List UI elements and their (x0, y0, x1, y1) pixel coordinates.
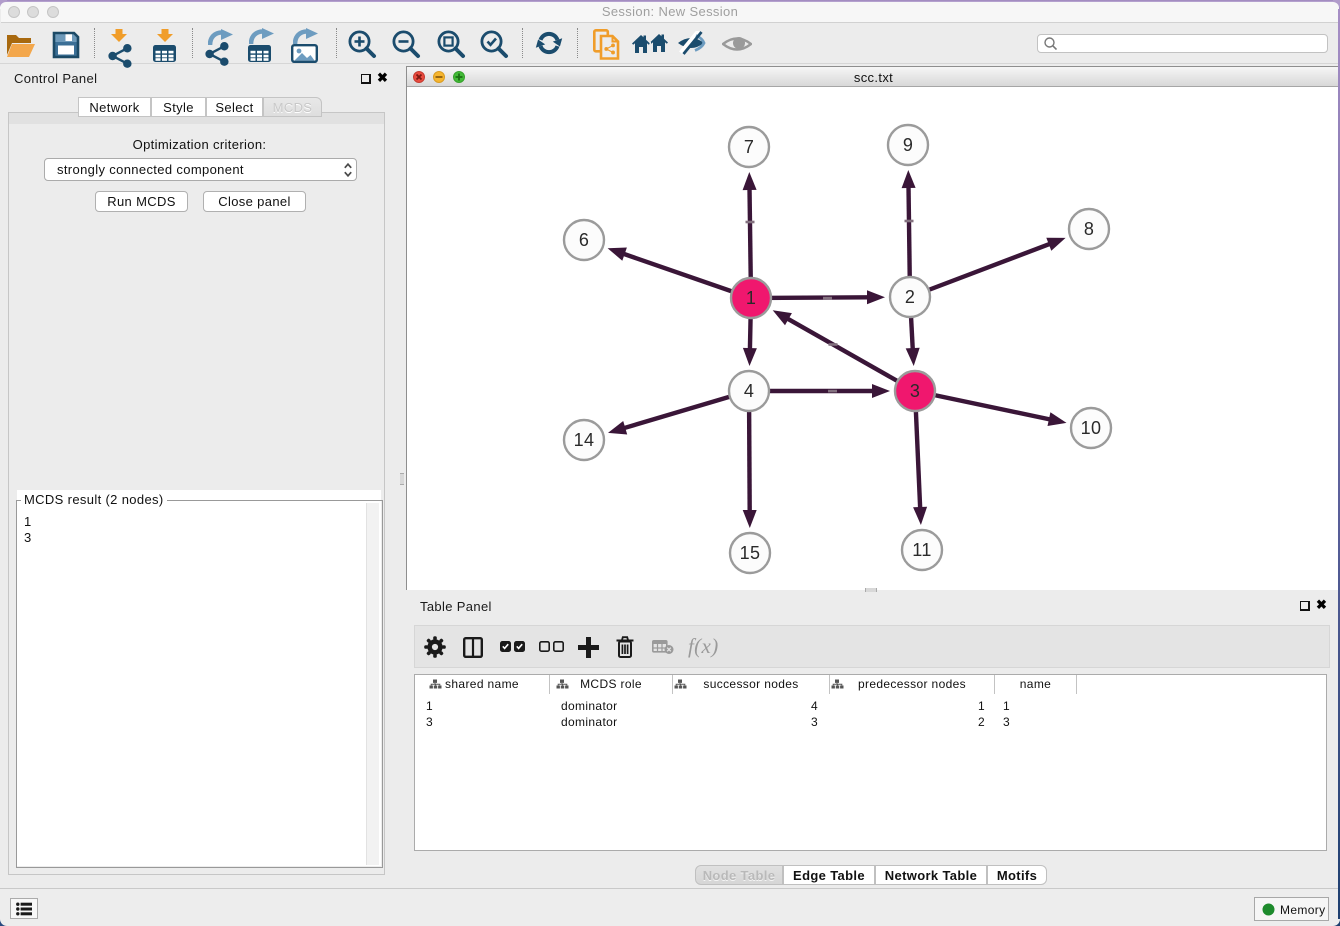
svg-text:9: 9 (903, 135, 913, 155)
svg-text:10: 10 (1081, 418, 1102, 438)
svg-text:6: 6 (579, 230, 589, 250)
svg-text:15: 15 (740, 543, 761, 563)
svg-text:8: 8 (1084, 219, 1094, 239)
svg-text:4: 4 (744, 381, 754, 401)
svg-text:11: 11 (912, 540, 931, 560)
svg-text:14: 14 (574, 430, 595, 450)
svg-text:2: 2 (905, 287, 915, 307)
svg-text:7: 7 (744, 137, 754, 157)
svg-text:3: 3 (910, 381, 920, 401)
svg-text:1: 1 (746, 288, 756, 308)
